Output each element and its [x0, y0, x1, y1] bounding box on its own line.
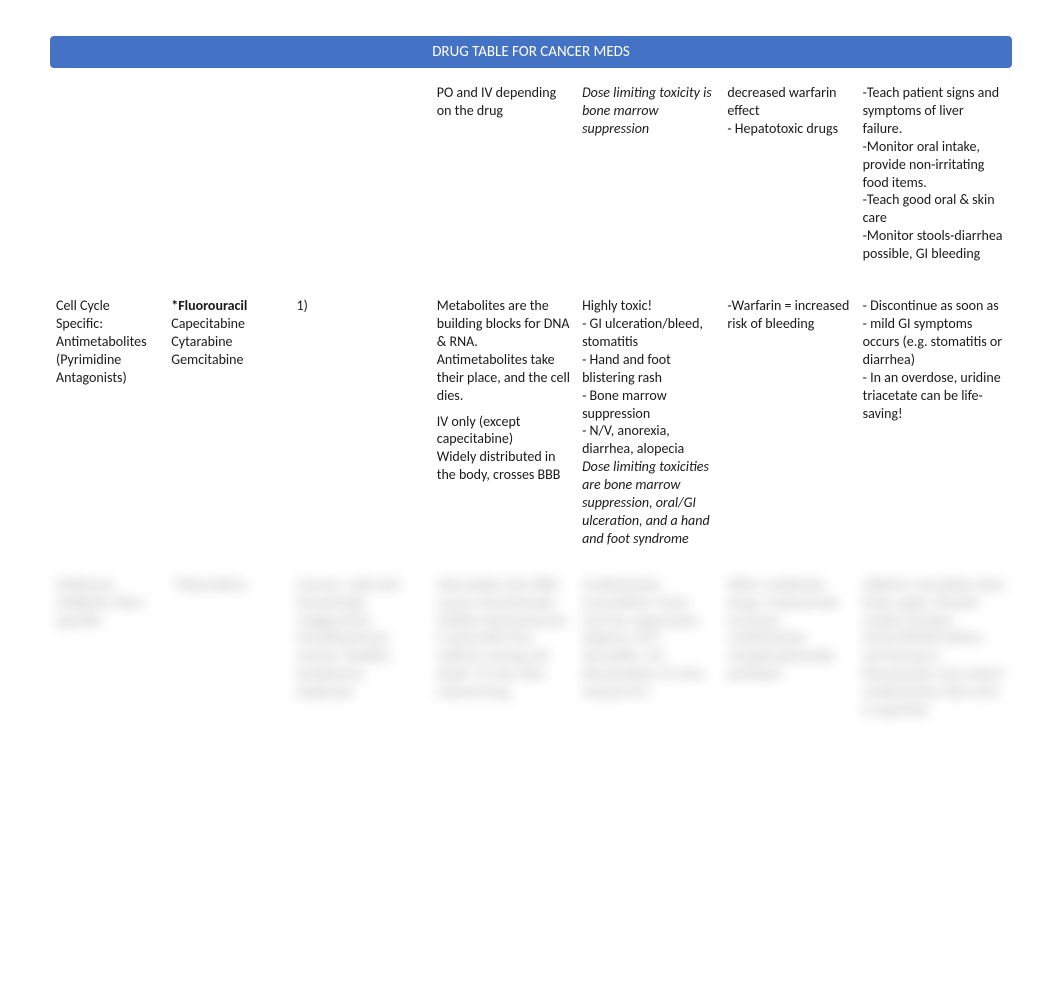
cell-text: Capecitabine	[171, 315, 284, 333]
cell-text: - In an overdose, uridine triacetate can…	[863, 369, 1006, 423]
cell-text: Other cardiotoxic drugs; trastuzumab inc…	[727, 576, 850, 683]
cell-text: Dose limiting toxicities are bone marrow…	[582, 458, 715, 548]
cell-text: -Monitor oral intake, provide non-irrita…	[863, 138, 1006, 192]
cell-nursing: - Discontinue as soon as - mild GI sympt…	[857, 287, 1012, 566]
cell-mechanism: Metabolites are the building blocks for …	[431, 287, 576, 566]
cell-text: Widely distributed in the body, crosses …	[437, 448, 570, 484]
cell-uses: Cancers: solid and hematologic malignanc…	[290, 566, 430, 789]
cell-class: Cell Cycle Specific: Antimetabolites (Py…	[50, 287, 165, 566]
cell-text: Antitumor Antibiotic (Non-specific)	[56, 576, 159, 630]
cell-text: *Fluorouracil	[171, 297, 284, 315]
cell-text: Highly toxic!	[582, 297, 715, 315]
cell-text: - Bone marrow suppression	[582, 387, 715, 423]
cell-nursing: -Teach patient signs and symptoms of liv…	[857, 74, 1012, 287]
cell-mechanism: Intercalates into DNA, causes strand bre…	[431, 566, 576, 789]
cell-mechanism: PO and IV depending on the drug	[431, 74, 576, 287]
cell-nursing: Lifetime cumulative dose limits apply. M…	[857, 566, 1012, 789]
cell-text: 1)	[296, 297, 424, 315]
page-title: DRUG TABLE FOR CANCER MEDS	[50, 36, 1012, 68]
cell-text: Cardiotoxicity (cumulative), bone marrow…	[582, 576, 715, 701]
cell-interactions: -Warfarin = increased risk of bleeding	[721, 287, 856, 566]
cell-text: - Discontinue as soon as	[863, 297, 1006, 315]
cell-text: - GI ulceration/bleed, stomatitis	[582, 315, 715, 351]
cell-text: Dose limiting toxicity is bone marrow su…	[582, 84, 715, 138]
cell-text: Cytarabine	[171, 333, 284, 351]
cell-text: - N/V, anorexia, diarrhea, alopecia	[582, 422, 715, 458]
cell-interactions: decreased warfarin effect - Hepatotoxic …	[721, 74, 856, 287]
cell-text: - mild GI symptoms occurs (e.g. stomatit…	[863, 315, 1006, 369]
cell-drugs: *Doxorubicin	[165, 566, 290, 789]
cell-class: Antitumor Antibiotic (Non-specific)	[50, 566, 165, 789]
cell-text: -Warfarin = increased risk of bleeding	[727, 297, 850, 333]
cell-text: PO and IV depending on the drug	[437, 84, 570, 120]
table-row: Cell Cycle Specific: Antimetabolites (Py…	[50, 287, 1012, 566]
cell-text: -Monitor stools-diarrhea possible, GI bl…	[863, 227, 1006, 263]
cell-text: IV only (except capecitabine)	[437, 413, 570, 449]
cell-text: - Hand and foot blistering rash	[582, 351, 715, 387]
cell-adverse: Highly toxic! - GI ulceration/bleed, sto…	[576, 287, 721, 566]
table-row: PO and IV depending on the drug Dose lim…	[50, 74, 1012, 287]
cell-adverse: Cardiotoxicity (cumulative), bone marrow…	[576, 566, 721, 789]
drug-table: PO and IV depending on the drug Dose lim…	[50, 74, 1012, 789]
cell-adverse: Dose limiting toxicity is bone marrow su…	[576, 74, 721, 287]
cell-uses	[290, 74, 430, 287]
cell-text: decreased warfarin effect	[727, 84, 850, 120]
title-text: DRUG TABLE FOR CANCER MEDS	[432, 43, 630, 61]
cell-text: Cell Cycle Specific: Antimetabolites (Py…	[56, 297, 159, 387]
cell-text: Gemcitabine	[171, 351, 284, 369]
cell-text: Cancers: solid and hematologic malignanc…	[296, 576, 424, 701]
table-row: Antitumor Antibiotic (Non-specific) *Dox…	[50, 566, 1012, 789]
cell-text: Metabolites are the building blocks for …	[437, 297, 570, 404]
cell-text: Lifetime cumulative dose limits apply. M…	[863, 576, 1006, 719]
cell-text: *Doxorubicin	[171, 576, 284, 594]
cell-uses: 1)	[290, 287, 430, 566]
cell-text: - Hepatotoxic drugs	[727, 120, 850, 138]
cell-text: -Teach patient signs and symptoms of liv…	[863, 84, 1006, 138]
cell-class	[50, 74, 165, 287]
cell-text: Intercalates into DNA, causes strand bre…	[437, 576, 570, 701]
cell-drugs	[165, 74, 290, 287]
cell-drugs: *Fluorouracil Capecitabine Cytarabine Ge…	[165, 287, 290, 566]
cell-interactions: Other cardiotoxic drugs; trastuzumab inc…	[721, 566, 856, 789]
cell-text: -Teach good oral & skin care	[863, 191, 1006, 227]
